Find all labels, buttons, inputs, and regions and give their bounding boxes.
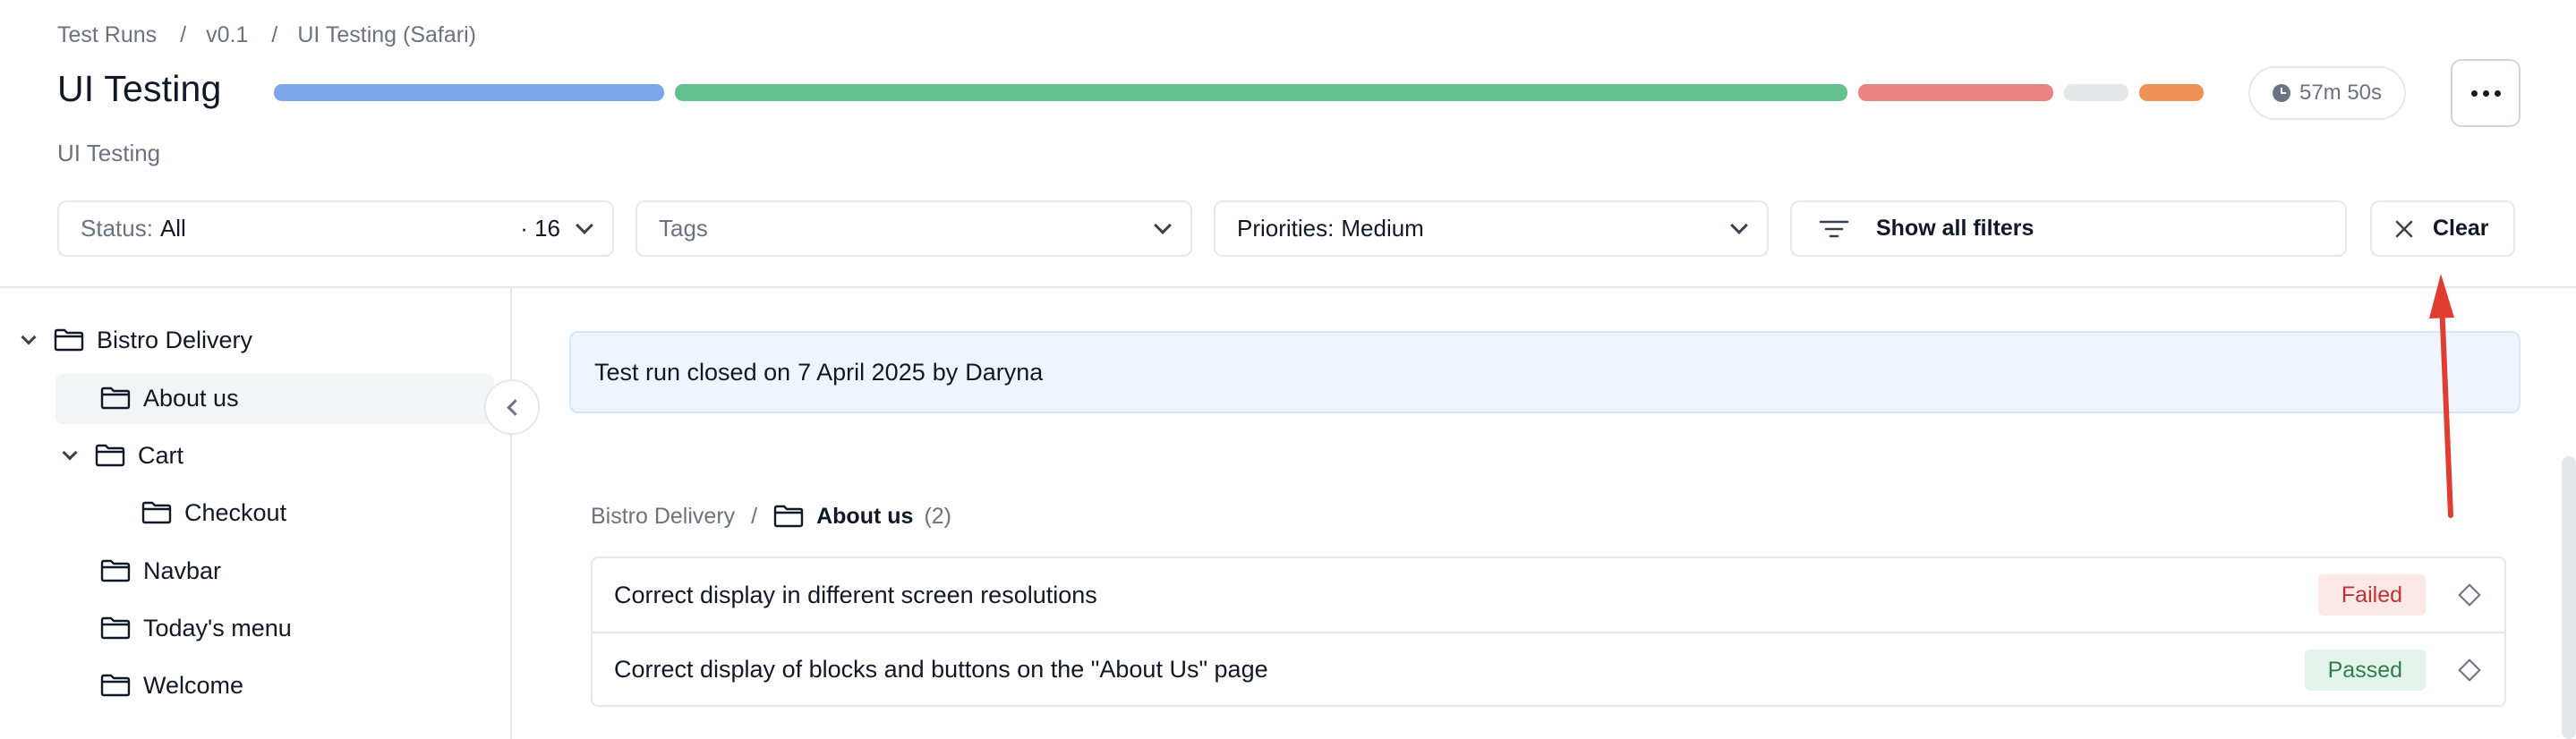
table-row[interactable]: Correct display in different screen reso… (593, 558, 2504, 632)
chevron-down-icon[interactable] (62, 445, 78, 461)
duration-badge: 57m 50s (2248, 66, 2406, 120)
clock-icon (2272, 84, 2290, 102)
breadcrumb-version[interactable]: v0.1 (206, 22, 248, 48)
tree-item-cart[interactable]: Cart (62, 432, 184, 479)
breadcrumb-test-runs[interactable]: Test Runs (57, 22, 157, 48)
breadcrumb: Test Runs / v0.1 / UI Testing (Safari) (57, 21, 476, 48)
test-case-title[interactable]: Correct display in different screen reso… (614, 582, 1097, 609)
priorities-filter-label: Priorities: (1237, 215, 1335, 242)
duration-text: 57m 50s (2299, 81, 2383, 105)
test-case-table: Correct display in different screen reso… (591, 556, 2506, 707)
tree-item-label: Navbar (143, 556, 222, 584)
chevron-down-icon (576, 216, 593, 234)
tree-item-navbar[interactable]: Navbar (100, 548, 221, 594)
folder-icon (773, 505, 804, 528)
suite-path-parent[interactable]: Bistro Delivery (591, 504, 735, 530)
tree-item-label: About us (143, 384, 239, 412)
tree-item-label: Today's menu (143, 614, 292, 641)
progress-segment-blue (274, 84, 664, 101)
suite-path-separator: / (751, 503, 758, 529)
test-case-title[interactable]: Correct display of blocks and buttons on… (614, 656, 1268, 684)
tree-item-checkout[interactable]: Checkout (141, 489, 286, 536)
folder-icon (100, 674, 131, 697)
run-closed-banner: Test run closed on 7 April 2025 by Daryn… (569, 331, 2521, 413)
breadcrumb-current: UI Testing (Safari) (297, 21, 476, 47)
banner-user: Daryna (965, 358, 1044, 386)
folder-icon (54, 328, 84, 352)
sidebar-divider (510, 288, 512, 739)
status-filter-label: Status: (81, 215, 153, 242)
progress-segment-orange (2139, 84, 2204, 101)
show-all-filters-label: Show all filters (1876, 216, 2034, 241)
suite-path-current: About us (816, 503, 914, 529)
clear-filters-button[interactable]: Clear (2370, 200, 2515, 257)
status-filter-count: · 16 (520, 215, 560, 242)
scrollbar[interactable] (2562, 456, 2576, 739)
banner-by: by (932, 358, 959, 386)
page-subtitle: UI Testing (57, 140, 161, 166)
progress-segment-gray (2064, 84, 2128, 101)
chevron-down-icon[interactable] (21, 329, 37, 345)
tree-item-label: Checkout (184, 498, 287, 526)
tags-filter-placeholder: Tags (659, 215, 708, 242)
more-options-button[interactable] (2451, 59, 2521, 127)
tree-item-about-us[interactable]: About us (100, 375, 239, 421)
banner-date: 7 April 2025 (798, 358, 925, 386)
banner-prefix: Test run closed on (594, 358, 791, 386)
progress-segment-red (1858, 84, 2053, 101)
tree-item-label: Bistro Delivery (97, 326, 253, 353)
status-filter[interactable]: Status: All · 16 (57, 200, 614, 257)
priorities-filter[interactable]: Priorities: Medium (1214, 200, 1769, 257)
status-badge[interactable]: Passed (2304, 650, 2426, 691)
tree-item-label: Welcome (143, 671, 244, 699)
chevron-left-icon (506, 398, 524, 416)
chevron-down-icon (1154, 216, 1172, 234)
chevron-down-icon (1730, 216, 1748, 234)
progress-segment-green (675, 84, 1847, 101)
clear-label: Clear (2433, 216, 2489, 241)
folder-icon (141, 501, 172, 524)
diamond-icon[interactable] (2458, 658, 2481, 682)
suite-path: Bistro Delivery / About us (2) (591, 501, 951, 531)
close-icon (2395, 220, 2413, 237)
collapse-sidebar-button[interactable] (484, 379, 540, 435)
folder-icon (100, 386, 131, 410)
tree-item-welcome[interactable]: Welcome (100, 662, 243, 709)
tree-item-bistro-delivery[interactable]: Bistro Delivery (21, 317, 253, 363)
suite-case-count: (2) (924, 503, 951, 529)
tree-item-label: Cart (138, 441, 184, 469)
tree-item-todays-menu[interactable]: Today's menu (100, 605, 292, 651)
status-badge[interactable]: Failed (2317, 574, 2426, 616)
table-row[interactable]: Correct display of blocks and buttons on… (593, 632, 2504, 705)
priorities-filter-value: Medium (1341, 215, 1424, 242)
status-filter-value: All (159, 215, 186, 242)
folder-icon (95, 444, 125, 467)
page-title: UI Testing (57, 68, 222, 109)
tags-filter[interactable]: Tags (635, 200, 1192, 257)
show-all-filters-button[interactable]: Show all filters (1790, 200, 2347, 257)
diamond-icon[interactable] (2458, 583, 2481, 607)
folder-icon (100, 616, 131, 640)
filter-lines-icon (1819, 220, 1849, 237)
more-dots-icon (2470, 89, 2478, 97)
folder-icon (100, 559, 131, 582)
header-divider (0, 286, 2576, 288)
